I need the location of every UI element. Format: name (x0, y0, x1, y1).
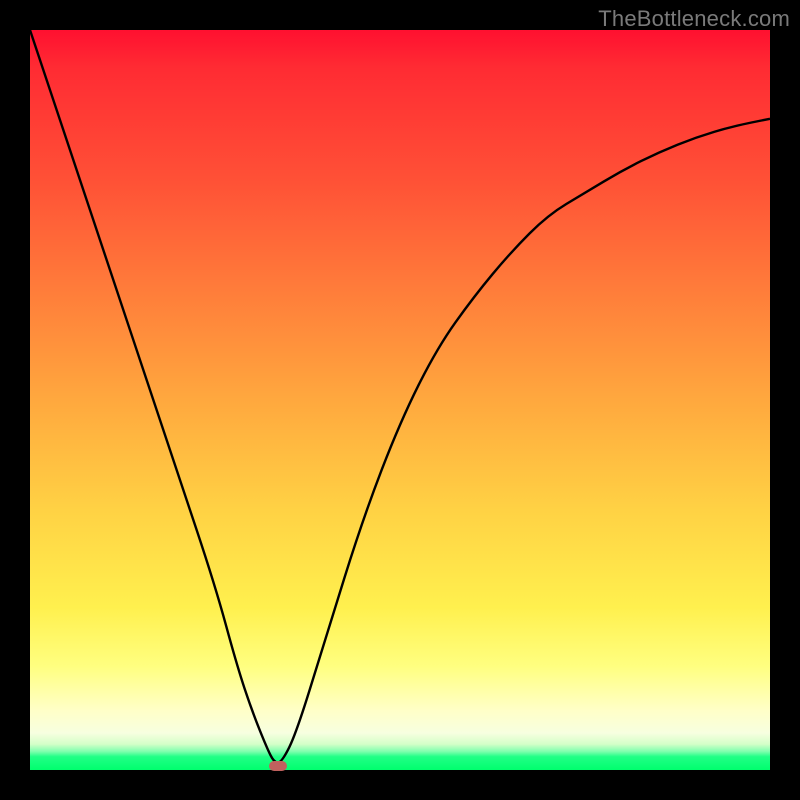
plot-area (30, 30, 770, 770)
optimum-marker (269, 761, 287, 771)
bottleneck-curve (30, 30, 770, 763)
curve-svg (30, 30, 770, 770)
chart-frame: TheBottleneck.com (0, 0, 800, 800)
watermark-text: TheBottleneck.com (598, 6, 790, 32)
